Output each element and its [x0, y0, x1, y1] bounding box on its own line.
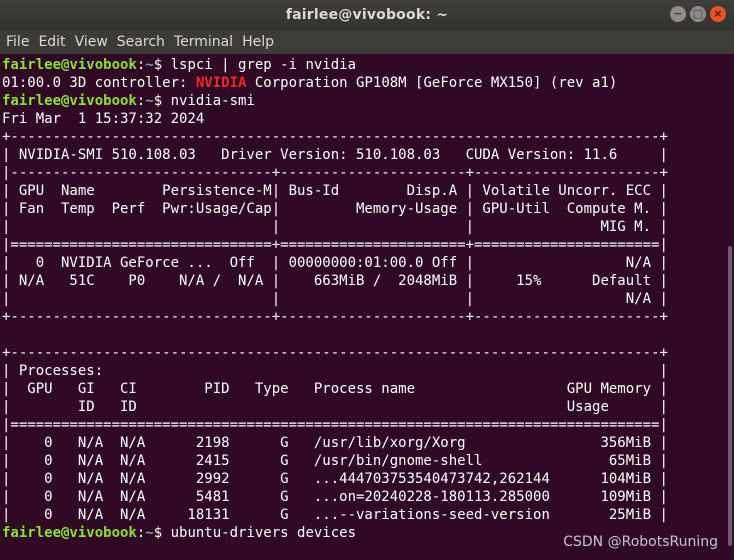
smi-line: | 0 NVIDIA GeForce ... Off | 00000000:01… — [2, 255, 668, 271]
smi-line: +---------------------------------------… — [2, 129, 668, 145]
smi-line: Fri Mar 1 15:37:32 2024 — [2, 111, 205, 127]
command-lspci: lspci | grep -i nvidia — [170, 57, 357, 73]
scrollbar[interactable] — [726, 56, 734, 560]
terminal-window: fairlee@vivobook: ~ − □ × File Edit View… — [0, 0, 734, 560]
smi-line: | | | N/A | — [2, 291, 668, 307]
title-bar[interactable]: fairlee@vivobook: ~ − □ × — [0, 0, 734, 30]
window-title: fairlee@vivobook: ~ — [285, 7, 449, 23]
menu-file[interactable]: File — [6, 34, 29, 50]
menu-view[interactable]: View — [75, 34, 108, 50]
menu-terminal[interactable]: Terminal — [174, 34, 233, 50]
menu-bar: File Edit View Search Terminal Help — [0, 30, 734, 54]
window-controls: − □ × — [670, 6, 726, 22]
smi-line: | | | MIG M. | — [2, 219, 668, 235]
nvidia-smi-output: Fri Mar 1 15:37:32 2024 +---------------… — [2, 111, 668, 523]
smi-line: | N/A 51C P0 N/A / N/A | 663MiB / 2048Mi… — [2, 273, 668, 289]
smi-line: | 0 N/A N/A 2198 G /usr/lib/xorg/Xorg 35… — [2, 435, 668, 451]
smi-line: |=======================================… — [2, 417, 668, 433]
smi-line: |===============================+=======… — [2, 237, 668, 253]
smi-line: | 0 N/A N/A 2415 G /usr/bin/gnome-shell … — [2, 453, 668, 469]
prompt: fairlee@vivobook:~$ — [2, 93, 171, 109]
lspci-output: 01:00.0 3D controller: NVIDIA Corporatio… — [2, 75, 618, 91]
smi-line: | 0 N/A N/A 5481 G ...on=20240228-180113… — [2, 489, 668, 505]
prompt: fairlee@vivobook:~$ — [2, 57, 171, 73]
smi-line: | GPU GI CI PID Type Process name GPU Me… — [2, 381, 668, 397]
smi-line: | 0 N/A N/A 18131 G ...--variations-seed… — [2, 507, 668, 523]
close-button[interactable]: × — [710, 6, 726, 22]
smi-line: |-------------------------------+-------… — [2, 165, 668, 181]
menu-help[interactable]: Help — [242, 34, 274, 50]
command-nvidia-smi: nvidia-smi — [170, 93, 255, 109]
smi-line: +---------------------------------------… — [2, 345, 668, 361]
smi-line: | GPU Name Persistence-M| Bus-Id Disp.A … — [2, 183, 668, 199]
smi-line: | ID ID Usage | — [2, 399, 668, 415]
smi-line: | Fan Temp Perf Pwr:Usage/Cap| Memory-Us… — [2, 201, 668, 217]
minimize-button[interactable]: − — [670, 6, 686, 22]
command-ubuntu-drivers: ubuntu-drivers devices — [170, 525, 357, 541]
menu-search[interactable]: Search — [117, 34, 165, 50]
smi-line: | Processes: | — [2, 363, 668, 379]
smi-line: | 0 N/A N/A 2992 G ...444703753540473742… — [2, 471, 668, 487]
prompt: fairlee@vivobook:~$ — [2, 525, 171, 541]
grep-match: NVIDIA — [195, 75, 247, 91]
smi-line: | NVIDIA-SMI 510.108.03 Driver Version: … — [2, 147, 668, 163]
scrollbar-thumb[interactable] — [728, 246, 732, 546]
watermark: CSDN @RobotsRuning — [563, 534, 718, 550]
smi-line: +-------------------------------+-------… — [2, 309, 668, 325]
terminal-output[interactable]: fairlee@vivobook:~$ lspci | grep -i nvid… — [0, 56, 726, 560]
maximize-button[interactable]: □ — [690, 6, 706, 22]
terminal-text: fairlee@vivobook:~$ lspci | grep -i nvid… — [0, 56, 726, 542]
menu-edit[interactable]: Edit — [38, 34, 65, 50]
